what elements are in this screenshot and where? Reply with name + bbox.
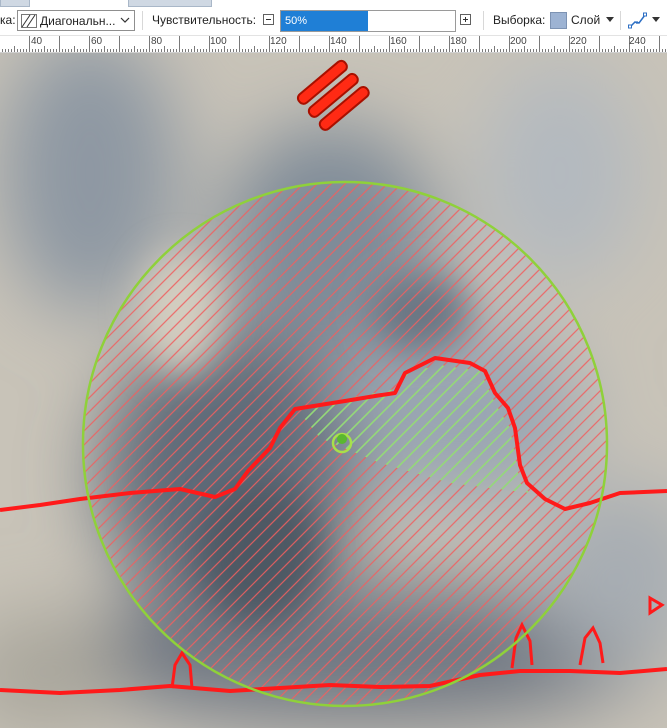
tool-options-bar: ка: Диагональн... Чувствительность: 50% … — [0, 0, 667, 36]
selection-color-swatch[interactable] — [550, 12, 567, 29]
ruler-label: 180 — [450, 36, 467, 47]
dropdown-arrow-icon[interactable] — [652, 17, 660, 23]
selection-mode-value[interactable]: Слой — [571, 13, 600, 27]
fill-style-value: Диагональн... — [40, 14, 116, 28]
diagonal-hatch-icon — [21, 14, 37, 28]
plus-icon — [463, 17, 468, 22]
fill-style-dropdown[interactable]: Диагональн... — [17, 10, 135, 31]
magic-path-icon[interactable] — [628, 11, 648, 29]
sensitivity-slider[interactable]: 50% — [280, 10, 456, 32]
sensitivity-decrease-button[interactable] — [263, 14, 274, 25]
ruler-label: 140 — [330, 36, 347, 47]
separator — [142, 11, 143, 30]
ruler-label: 160 — [390, 36, 407, 47]
cursor-center — [337, 434, 347, 444]
canvas-artwork — [0, 53, 667, 728]
ruler-label: 220 — [570, 36, 587, 47]
sensitivity-increase-button[interactable] — [460, 14, 471, 25]
sensitivity-value: 50% — [285, 15, 308, 27]
ruler-label: 60 — [91, 36, 103, 47]
fill-label: ка: — [0, 13, 16, 27]
ruler-label: 200 — [510, 36, 527, 47]
chevron-down-icon — [120, 17, 130, 23]
tab-fragment-center[interactable] — [128, 0, 212, 7]
separator — [620, 11, 621, 30]
ruler-label: 120 — [270, 36, 287, 47]
separator — [483, 11, 484, 30]
minus-icon — [266, 19, 271, 20]
ruler-label: 240 — [629, 36, 646, 47]
ruler-label: 80 — [151, 36, 163, 47]
dropdown-arrow-icon[interactable] — [606, 17, 614, 23]
selection-label: Выборка: — [493, 13, 546, 27]
ruler-label: 40 — [31, 36, 43, 47]
ruler-label: 100 — [210, 36, 227, 47]
image-canvas[interactable] — [0, 53, 667, 728]
horizontal-ruler: 40 60 80 100 120 140 160 180 200 220 240 — [0, 36, 667, 53]
sensitivity-label: Чувствительность: — [152, 13, 257, 27]
tab-fragment-left[interactable] — [0, 0, 30, 7]
